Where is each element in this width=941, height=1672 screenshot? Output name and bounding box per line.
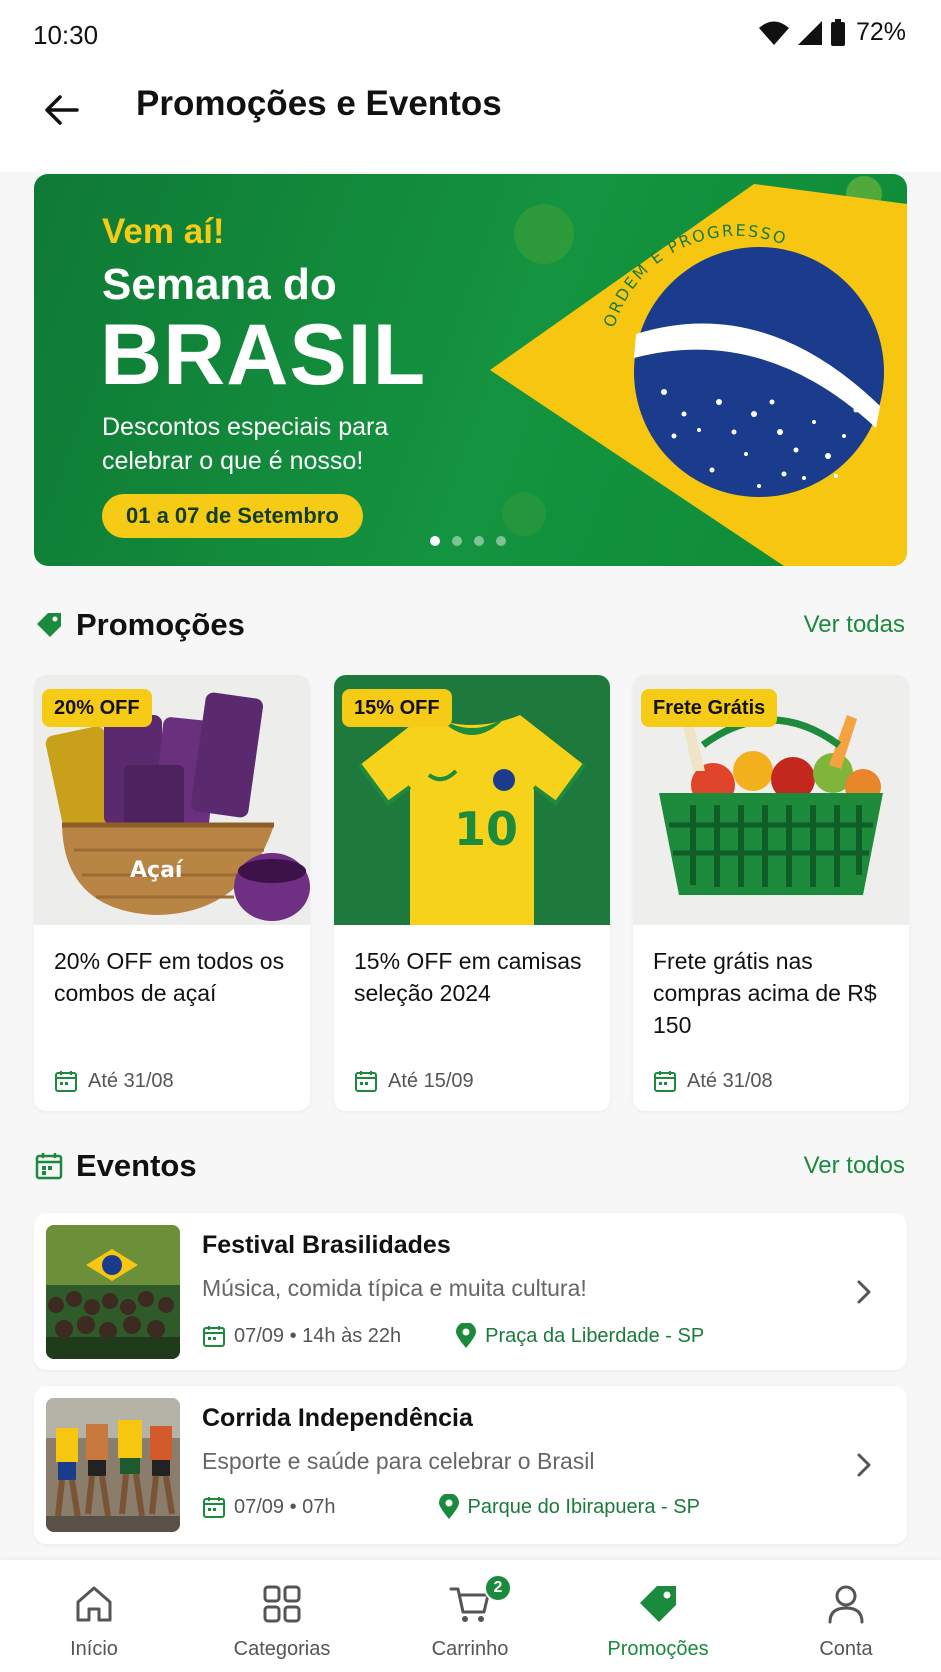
- location-pin-icon: [438, 1494, 459, 1519]
- event-card-festival[interactable]: Festival Brasilidades Música, comida típ…: [34, 1213, 907, 1370]
- svg-text:10: 10: [454, 802, 518, 856]
- battery-icon: [830, 18, 845, 46]
- event-meta: 07/09 • 14h às 22h Praça da Liberdade - …: [202, 1323, 704, 1349]
- event-location: Parque do Ibirapuera - SP: [438, 1494, 700, 1520]
- calendar-icon: [55, 1071, 77, 1092]
- bottom-navigation: Início Categorias 2 Carrinho Promoções C…: [0, 1560, 941, 1672]
- signal-icon: [797, 20, 822, 45]
- nav-item-cart[interactable]: 2 Carrinho: [376, 1560, 564, 1672]
- nav-item-promotions[interactable]: Promoções: [564, 1560, 752, 1672]
- calendar-icon: [203, 1497, 225, 1518]
- event-datetime: 07/09 • 14h às 22h: [202, 1324, 401, 1348]
- hero-banner[interactable]: ORDEM E PROGRESSO Vem aí! Semana do BRAS…: [34, 174, 907, 566]
- carousel-dot[interactable]: [496, 536, 506, 546]
- status-bar: 10:30 72%: [0, 0, 941, 70]
- see-all-promotions-link[interactable]: Ver todas: [804, 611, 905, 639]
- nav-label: Carrinho: [431, 1638, 509, 1660]
- carousel-dot[interactable]: [452, 536, 462, 546]
- festival-crowd-image: [46, 1225, 180, 1359]
- app-bar: Promoções e Eventos: [0, 70, 941, 172]
- grid-icon: [263, 1585, 301, 1623]
- svg-text:Açaí: Açaí: [130, 858, 184, 883]
- promo-description: 20% OFF em todos os combos de açaí: [54, 948, 285, 1006]
- status-icons: 72%: [758, 18, 906, 47]
- nav-label: Conta: [819, 1638, 873, 1660]
- page-title: Promoções e Eventos: [136, 84, 502, 123]
- event-card-race[interactable]: Corrida Independência Esporte e saúde pa…: [34, 1386, 907, 1544]
- promo-description: Frete grátis nas compras acima de R$ 150: [653, 948, 877, 1038]
- event-datetime: 07/09 • 07h: [202, 1495, 336, 1519]
- back-button[interactable]: [38, 86, 86, 134]
- nav-item-account[interactable]: Conta: [752, 1560, 940, 1672]
- battery-percent: 72%: [855, 18, 906, 46]
- brazil-flag-image: ORDEM E PROGRESSO: [490, 176, 907, 566]
- promo-card-acai[interactable]: Açaí 20% OFF 20% OFF em todos os combos …: [34, 675, 310, 1111]
- banner-title-line1: Semana do: [102, 260, 337, 309]
- nav-label: Início: [70, 1638, 118, 1660]
- promo-valid-until: Até 31/08: [653, 1069, 773, 1093]
- calendar-icon: [654, 1071, 676, 1092]
- runners-image: [46, 1398, 180, 1532]
- promo-description: 15% OFF em camisas seleção 2024: [354, 948, 582, 1006]
- nav-label: Promoções: [607, 1638, 709, 1660]
- event-description: Música, comida típica e muita cultura!: [202, 1275, 587, 1301]
- cart-count-badge: 2: [484, 1574, 512, 1602]
- banner-date-pill: 01 a 07 de Setembro: [102, 494, 363, 538]
- nav-label: Categorias: [233, 1638, 331, 1660]
- tag-icon: [37, 613, 61, 637]
- tag-icon: [640, 1586, 676, 1622]
- user-icon: [828, 1585, 864, 1624]
- location-pin-icon: [456, 1323, 477, 1348]
- nav-item-home[interactable]: Início: [0, 1560, 188, 1672]
- promo-valid-until: Até 15/09: [354, 1069, 474, 1093]
- carousel-dots: [430, 536, 506, 546]
- calendar-icon: [355, 1071, 377, 1092]
- events-header: Eventos Ver todos: [34, 1144, 907, 1188]
- wifi-icon: [758, 21, 789, 45]
- arrow-left-icon: [45, 95, 79, 125]
- status-time: 10:30: [33, 20, 99, 50]
- promotions-title: Promoções: [76, 607, 245, 642]
- nav-item-categories[interactable]: Categorias: [188, 1560, 376, 1672]
- chevron-right-icon[interactable]: [849, 1277, 879, 1307]
- event-title: Festival Brasilidades: [202, 1231, 451, 1259]
- home-icon: [76, 1586, 112, 1622]
- banner-title-line2: BRASIL: [100, 307, 427, 403]
- calendar-icon: [203, 1326, 225, 1347]
- calendar-icon: [35, 1153, 63, 1180]
- banner-pretitle: Vem aí!: [102, 212, 225, 251]
- see-all-events-link[interactable]: Ver todos: [804, 1152, 905, 1180]
- promotions-header: Promoções Ver todas: [34, 603, 907, 647]
- carousel-dot[interactable]: [430, 536, 440, 546]
- promo-valid-until: Até 31/08: [54, 1069, 174, 1093]
- event-title: Corrida Independência: [202, 1404, 473, 1432]
- discount-badge: 20% OFF: [42, 689, 152, 727]
- free-shipping-badge: Frete Grátis: [641, 689, 778, 727]
- events-title: Eventos: [76, 1148, 197, 1183]
- event-location: Praça da Liberdade - SP: [455, 1323, 704, 1349]
- banner-description: Descontos especiais para celebrar o que …: [102, 413, 389, 475]
- discount-badge: 15% OFF: [342, 689, 452, 727]
- promo-card-free-shipping[interactable]: Frete Grátis Frete grátis nas compras ac…: [633, 675, 909, 1111]
- carousel-dot[interactable]: [474, 536, 484, 546]
- event-description: Esporte e saúde para celebrar o Brasil: [202, 1448, 595, 1474]
- chevron-right-icon[interactable]: [849, 1450, 879, 1480]
- promo-card-shirt[interactable]: 10 15% OFF 15% OFF em camisas seleção 20…: [334, 675, 610, 1111]
- event-meta: 07/09 • 07h Parque do Ibirapuera - SP: [202, 1494, 700, 1520]
